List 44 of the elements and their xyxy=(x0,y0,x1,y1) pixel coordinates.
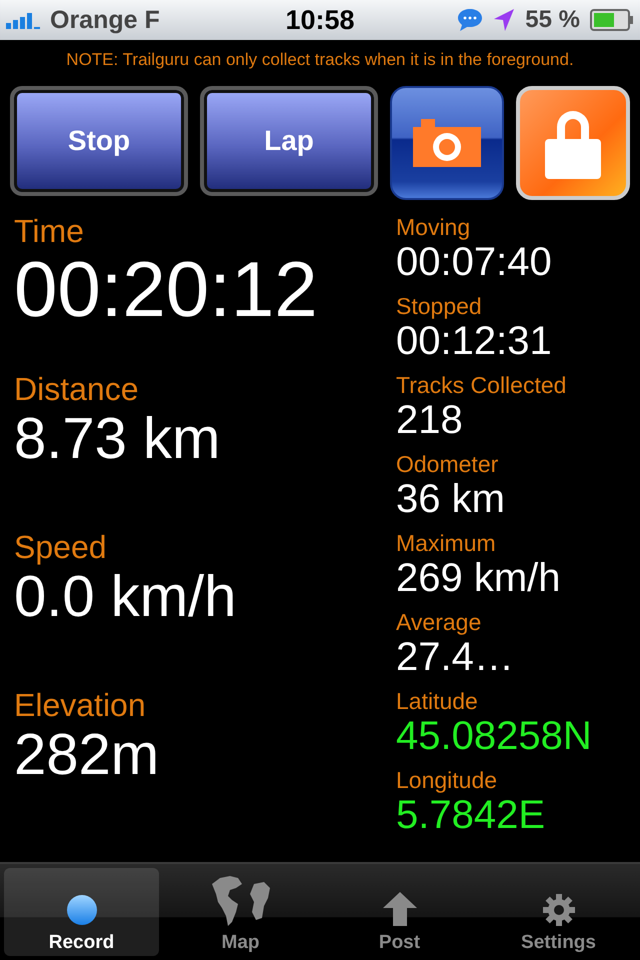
stat-label: Longitude xyxy=(396,767,498,794)
control-button[interactable]: Lap xyxy=(200,86,378,196)
camera-icon xyxy=(413,119,481,167)
stat-value: 5.7842E xyxy=(396,793,546,838)
stat-value: 0.0 km/h xyxy=(14,565,236,629)
stat-value: 00:12:31 xyxy=(396,319,552,364)
tab[interactable]: Settings xyxy=(481,868,636,956)
battery-percent: 55 % xyxy=(525,6,580,34)
stat-value: 45.08258N xyxy=(396,714,592,758)
stat-label: Moving xyxy=(396,214,470,240)
stat-label: Distance xyxy=(14,372,138,408)
stat-label: Average xyxy=(396,609,482,636)
stat-label: Speed xyxy=(14,530,107,566)
location-arrow-icon xyxy=(493,8,516,32)
stat-value: 36 km xyxy=(396,477,505,522)
stat-label: Tracks Collected xyxy=(396,372,566,398)
settings-icon xyxy=(542,894,574,926)
tab[interactable]: Map xyxy=(163,868,318,956)
carrier-name: Orange F xyxy=(50,6,160,34)
camera-button[interactable] xyxy=(390,86,504,200)
stat-value: 282m xyxy=(14,723,160,787)
chat-bubble-icon xyxy=(457,8,484,32)
control-button[interactable]: Stop xyxy=(10,86,188,196)
stat-label: Latitude xyxy=(396,688,478,714)
stat-value: 00:20:12 xyxy=(14,249,318,332)
clock-time: 10:58 xyxy=(285,4,355,36)
stat-label: Odometer xyxy=(396,451,498,478)
stat-label: Maximum xyxy=(396,530,496,556)
stat-label: Time xyxy=(14,214,84,250)
foreground-note: NOTE: Trailguru can only collect tracks when it is in the foreground. xyxy=(65,49,575,71)
tab[interactable]: Record xyxy=(4,868,159,956)
signal-icon xyxy=(6,11,42,29)
stat-value: 8.73 km xyxy=(14,407,220,471)
lock-button[interactable] xyxy=(516,86,630,200)
record-dot-icon xyxy=(66,894,98,926)
stat-label: Stopped xyxy=(396,293,482,320)
up-arrow-icon xyxy=(382,892,416,926)
stat-value: 00:07:40 xyxy=(396,240,552,284)
stat-label: Elevation xyxy=(14,688,146,724)
stat-value: 218 xyxy=(396,398,463,442)
stat-value: 27.4… xyxy=(396,635,514,680)
battery-icon xyxy=(590,9,634,31)
tab[interactable]: Post xyxy=(322,868,477,956)
stat-value: 269 km/h xyxy=(396,556,561,600)
